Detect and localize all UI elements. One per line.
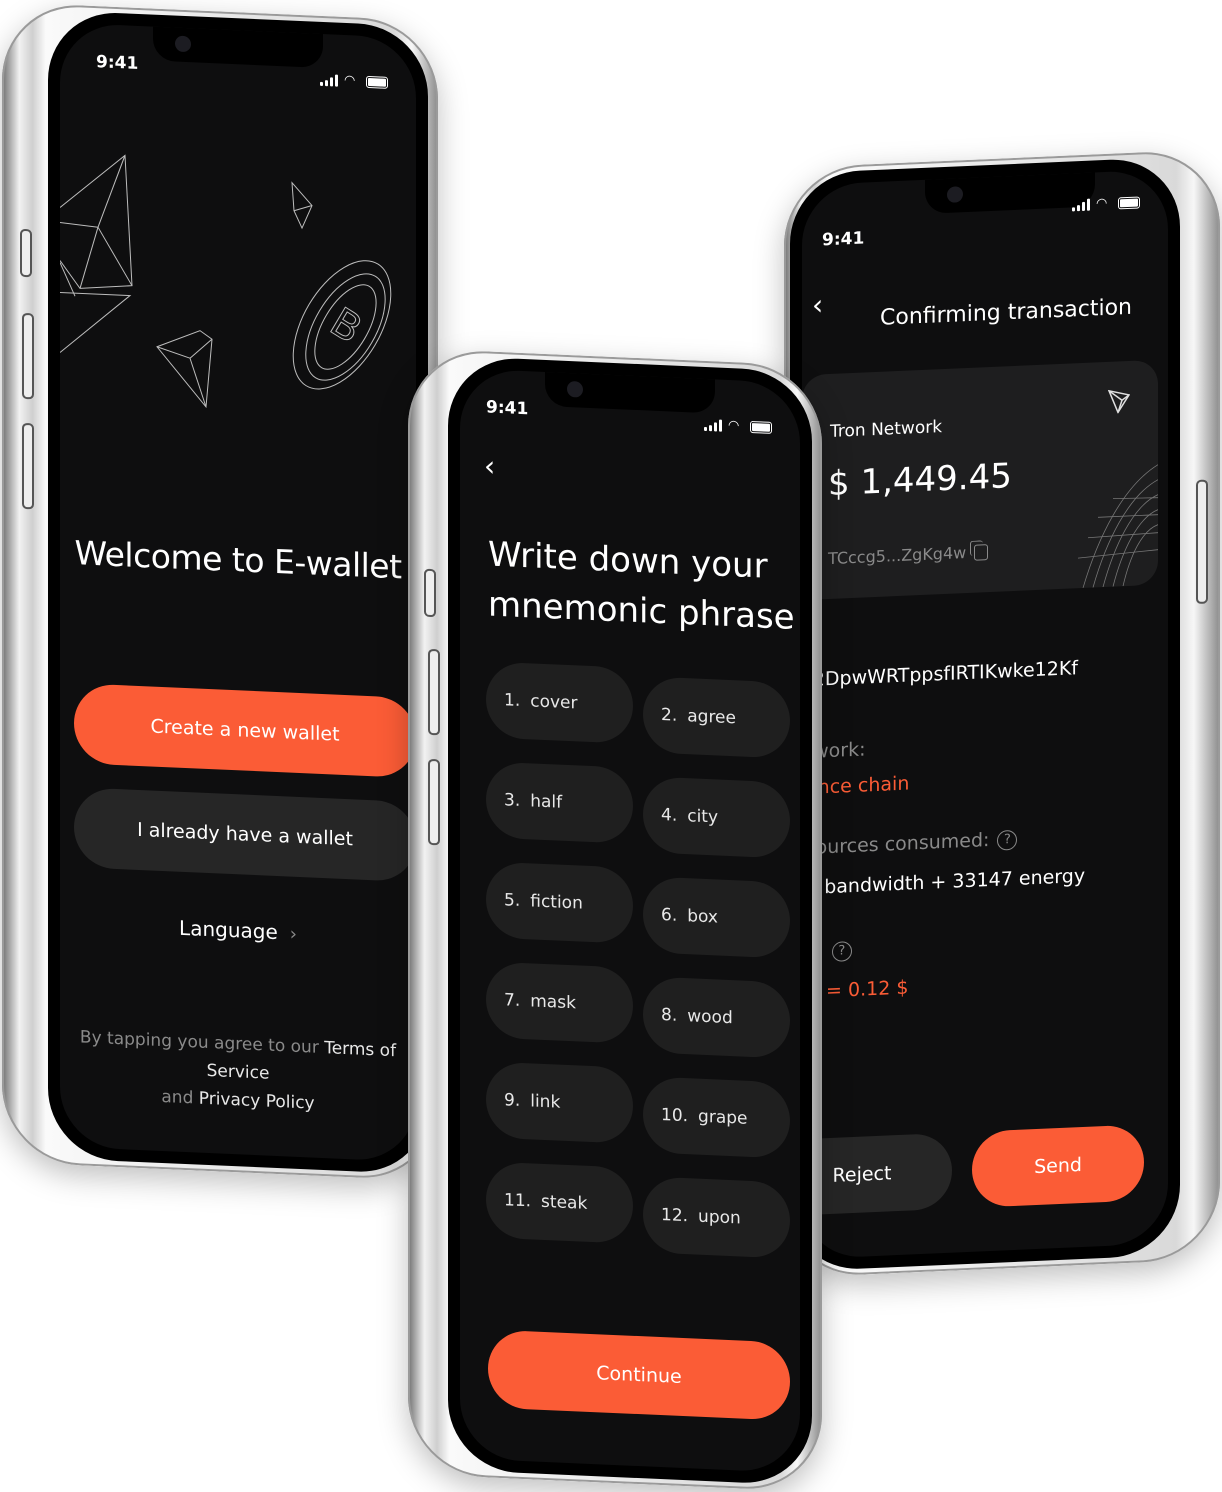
power-button (1196, 479, 1208, 605)
word-chip: 5. fiction (486, 861, 633, 944)
ethereum-icon (60, 154, 133, 353)
battery-icon (750, 420, 772, 434)
ethereum-small-icon (291, 181, 313, 230)
notch (153, 26, 323, 69)
continue-button[interactable]: Continue (488, 1329, 790, 1421)
status-time: 9:41 (96, 52, 139, 74)
battery-icon (366, 75, 388, 89)
volume-up-button (428, 648, 440, 736)
language-selector[interactable]: Language › (60, 911, 416, 951)
terms-and: and (161, 1086, 194, 1109)
status-time: 9:41 (486, 397, 529, 420)
card-address: TCccg5...ZgKg4w (828, 543, 967, 569)
bezel: 9:41 ◠ ‹ Confirming transaction Tron Net… (790, 156, 1180, 1272)
status-icons: ◠ (320, 72, 388, 89)
word-chip: 9. link (486, 1061, 633, 1144)
word-chip: 6. box (643, 876, 790, 959)
silent-switch (424, 568, 436, 618)
chevron-right-icon: › (289, 923, 297, 945)
send-button[interactable]: Send (972, 1124, 1144, 1208)
camera (175, 35, 191, 53)
bezel: 9:41 ◠ ‹ Write down your mnemonic phrase… (448, 355, 812, 1486)
word-chip: 4. city (643, 776, 790, 859)
welcome-title: Welcome to E-wallet (74, 533, 402, 587)
status-icons: ◠ (1072, 195, 1140, 212)
phone-mnemonic: 9:41 ◠ ‹ Write down your mnemonic phrase… (408, 348, 822, 1492)
resources-label: esources consumed: (802, 829, 990, 860)
signal-icon (704, 419, 722, 432)
tron-icon (1108, 389, 1130, 414)
notch (545, 371, 715, 414)
tron-icon (156, 330, 213, 409)
wifi-icon: ◠ (1096, 195, 1108, 212)
terms-text: By tapping you agree to our Terms of Ser… (70, 1023, 406, 1122)
wifi-icon: ◠ (728, 417, 740, 434)
volume-down-button (22, 422, 34, 510)
bezel: 9:41 ◠ B Welcome to E-wallet Create a ne… (48, 10, 428, 1175)
silent-switch (20, 228, 32, 278)
welcome-screen: 9:41 ◠ B Welcome to E-wallet Create a ne… (60, 22, 416, 1163)
wallet-card: Tron Network $ 1,449.45 TCccg5...ZgKg4w (802, 359, 1158, 601)
camera (947, 186, 963, 203)
card-network: Tron Network (830, 417, 943, 442)
help-icon[interactable]: ? (997, 829, 1018, 851)
word-chip: 11. steak (486, 1161, 633, 1244)
privacy-policy-link[interactable]: Privacy Policy (199, 1089, 315, 1114)
back-button[interactable]: ‹ (484, 449, 495, 482)
to-address: W2DpwWRTppsfIRTIKwke12Kf (802, 657, 1078, 692)
mnemonic-word-grid: 1. cover 2. agree 3. half 4. city 5. fiction … (486, 661, 790, 1259)
mesh-decoration (1078, 464, 1158, 589)
word-chip: 8. wood (643, 976, 790, 1059)
resources-value: 50 bandwidth + 33147 energy (802, 864, 1086, 900)
card-address-row: TCccg5...ZgKg4w (828, 542, 989, 569)
chevron-left-icon: ‹ (484, 449, 496, 483)
signal-icon (1072, 198, 1090, 212)
status-icons: ◠ (704, 417, 772, 434)
mnemonic-screen: 9:41 ◠ ‹ Write down your mnemonic phrase… (460, 368, 800, 1474)
status-time: 9:41 (822, 228, 865, 251)
terms-prefix: By tapping you agree to our (79, 1027, 319, 1058)
signal-icon (320, 74, 338, 87)
volume-up-button (22, 312, 34, 400)
phone-welcome: 9:41 ◠ B Welcome to E-wallet Create a ne… (2, 2, 438, 1182)
existing-wallet-button[interactable]: I already have a wallet (74, 787, 416, 883)
bitcoin-coin-icon: B (292, 260, 392, 390)
word-chip: 3. half (486, 761, 633, 844)
resources-row: esources consumed:? (802, 828, 1018, 860)
word-chip: 12. upon (643, 1176, 790, 1259)
volume-down-button (428, 758, 440, 846)
chevron-left-icon: ‹ (812, 288, 824, 322)
copy-icon[interactable] (974, 543, 989, 561)
wifi-icon: ◠ (344, 72, 356, 89)
word-chip: 10. grape (643, 1076, 790, 1159)
word-chip: 2. agree (643, 676, 790, 759)
crypto-illustration: B (60, 154, 392, 409)
svg-text:B: B (322, 299, 369, 353)
confirm-title: Confirming transaction (880, 294, 1133, 331)
phone-confirm: 9:41 ◠ ‹ Confirming transaction Tron Net… (784, 148, 1220, 1278)
camera (567, 380, 583, 398)
battery-icon (1118, 196, 1140, 210)
help-icon[interactable]: ? (831, 940, 852, 962)
reject-button[interactable]: Reject (802, 1132, 952, 1217)
word-chip: 1. cover (486, 661, 633, 744)
create-wallet-button[interactable]: Create a new wallet (74, 683, 416, 779)
mnemonic-title: Write down your mnemonic phrase (488, 529, 795, 642)
language-label: Language (179, 915, 278, 945)
confirm-screen: 9:41 ◠ ‹ Confirming transaction Tron Net… (802, 169, 1168, 1260)
card-amount: $ 1,449.45 (828, 456, 1012, 505)
back-button[interactable]: ‹ (812, 288, 823, 321)
notch (925, 172, 1095, 214)
word-chip: 7. mask (486, 961, 633, 1044)
